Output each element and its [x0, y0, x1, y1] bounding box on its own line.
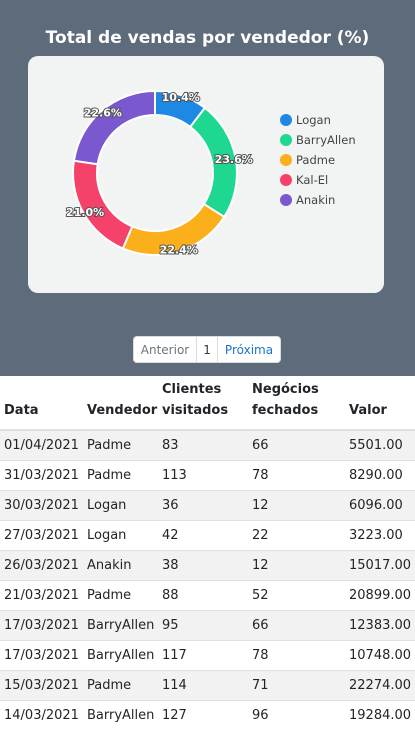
column-header-vendedor[interactable]: Vendedor [83, 376, 158, 431]
slice-label: 10.4% [162, 91, 200, 104]
legend-swatch [280, 194, 292, 206]
cell-vendedor: Padme [83, 459, 158, 490]
cell-negocios-fechados: 22 [248, 519, 345, 550]
legend-swatch [280, 154, 292, 166]
donut-slice-kal-el[interactable] [72, 159, 134, 250]
cell-data: 26/03/2021 [0, 549, 83, 580]
legend-label: BarryAllen [296, 133, 356, 147]
cell-clientes-visitados: 42 [158, 519, 248, 550]
slice-label: 22.6% [84, 106, 122, 119]
column-header-clientes-visitados[interactable]: Clientes visitados [158, 376, 248, 431]
cell-vendedor: BarryAllen [83, 699, 158, 730]
cell-clientes-visitados: 95 [158, 609, 248, 640]
pagination-prev-button[interactable]: Anterior [134, 337, 197, 362]
legend-label: Logan [296, 113, 331, 127]
table-row[interactable]: 14/03/2021 BarryAllen 127 96 19284.00 [0, 699, 415, 730]
legend-label: Kal-El [296, 173, 329, 187]
chart-legend: Logan BarryAllen Padme Kal-El Anakin [280, 110, 356, 210]
slice-label: 21.0% [66, 206, 104, 219]
cell-vendedor: Logan [83, 519, 158, 550]
pagination-page-1[interactable]: 1 [197, 337, 218, 362]
cell-valor: 6096.00 [345, 489, 415, 520]
cell-data: 31/03/2021 [0, 459, 83, 490]
column-header-data[interactable]: Data [0, 376, 83, 431]
chart-title: Total de vendas por vendedor (%) [45, 28, 370, 48]
cell-data: 17/03/2021 [0, 609, 83, 640]
slice-label: 23.6% [215, 153, 253, 166]
cell-data: 27/03/2021 [0, 519, 83, 550]
sales-table: Data Vendedor Clientes visitados Negócio… [0, 376, 415, 730]
cell-negocios-fechados: 12 [248, 549, 345, 580]
cell-negocios-fechados: 96 [248, 699, 345, 730]
cell-negocios-fechados: 66 [248, 429, 345, 460]
cell-vendedor: Padme [83, 429, 158, 460]
cell-negocios-fechados: 66 [248, 609, 345, 640]
cell-data: 14/03/2021 [0, 699, 83, 730]
legend-swatch [280, 114, 292, 126]
cell-clientes-visitados: 38 [158, 549, 248, 580]
cell-clientes-visitados: 83 [158, 429, 248, 460]
cell-vendedor: BarryAllen [83, 609, 158, 640]
cell-clientes-visitados: 113 [158, 459, 248, 490]
legend-label: Padme [296, 153, 336, 167]
cell-negocios-fechados: 52 [248, 579, 345, 610]
cell-vendedor: Padme [83, 579, 158, 610]
cell-data: 01/04/2021 [0, 429, 83, 460]
pagination-next-button[interactable]: Próxima [218, 337, 280, 362]
table-row[interactable]: 15/03/2021 Padme 114 71 22274.00 [0, 669, 415, 700]
table-row[interactable]: 21/03/2021 Padme 88 52 20899.00 [0, 579, 415, 610]
chart-card: 10.4% 23.6% 22.4% 21.0% 22.6% Logan BarryAlle… [28, 56, 384, 293]
cell-valor: 5501.00 [345, 429, 415, 460]
cell-valor: 12383.00 [345, 609, 415, 640]
table-row[interactable]: 31/03/2021 Padme 113 78 8290.00 [0, 459, 415, 490]
table-row[interactable]: 17/03/2021 BarryAllen 95 66 12383.00 [0, 609, 415, 640]
cell-clientes-visitados: 114 [158, 669, 248, 700]
cell-negocios-fechados: 12 [248, 489, 345, 520]
cell-valor: 19284.00 [345, 699, 415, 730]
column-header-negocios-fechados[interactable]: Negócios fechados [248, 376, 345, 431]
cell-valor: 10748.00 [345, 639, 415, 670]
column-header-valor[interactable]: Valor [345, 376, 415, 431]
table-header-row: Data Vendedor Clientes visitados Negócio… [0, 376, 415, 431]
slice-label: 22.4% [160, 243, 198, 256]
cell-negocios-fechados: 71 [248, 669, 345, 700]
table-row[interactable]: 17/03/2021 BarryAllen 117 78 10748.00 [0, 639, 415, 670]
cell-clientes-visitados: 36 [158, 489, 248, 520]
legend-item[interactable]: BarryAllen [280, 130, 356, 150]
table-row[interactable]: 26/03/2021 Anakin 38 12 15017.00 [0, 549, 415, 580]
cell-valor: 20899.00 [345, 579, 415, 610]
cell-data: 21/03/2021 [0, 579, 83, 610]
cell-valor: 22274.00 [345, 669, 415, 700]
cell-vendedor: Logan [83, 489, 158, 520]
table-row[interactable]: 27/03/2021 Logan 42 22 3223.00 [0, 519, 415, 550]
cell-vendedor: Anakin [83, 549, 158, 580]
cell-valor: 8290.00 [345, 459, 415, 490]
cell-clientes-visitados: 88 [158, 579, 248, 610]
legend-item[interactable]: Padme [280, 150, 356, 170]
legend-item[interactable]: Kal-El [280, 170, 356, 190]
table-row[interactable]: 30/03/2021 Logan 36 12 6096.00 [0, 489, 415, 520]
donut-slice-anakin[interactable] [72, 89, 156, 166]
legend-label: Anakin [296, 193, 336, 207]
cell-negocios-fechados: 78 [248, 459, 345, 490]
cell-data: 17/03/2021 [0, 639, 83, 670]
legend-item[interactable]: Anakin [280, 190, 356, 210]
cell-negocios-fechados: 78 [248, 639, 345, 670]
legend-swatch [280, 134, 292, 146]
cell-data: 30/03/2021 [0, 489, 83, 520]
table-row[interactable]: 01/04/2021 Padme 83 66 5501.00 [0, 429, 415, 460]
cell-valor: 3223.00 [345, 519, 415, 550]
chart-section: Total de vendas por vendedor (%) 10.4% 23… [0, 0, 415, 376]
cell-vendedor: BarryAllen [83, 639, 158, 670]
legend-item[interactable]: Logan [280, 110, 356, 130]
cell-clientes-visitados: 117 [158, 639, 248, 670]
table-body: 01/04/2021 Padme 83 66 5501.00 31/03/2021 Padm… [0, 429, 415, 730]
cell-data: 15/03/2021 [0, 669, 83, 700]
cell-clientes-visitados: 127 [158, 699, 248, 730]
cell-valor: 15017.00 [345, 549, 415, 580]
legend-swatch [280, 174, 292, 186]
pagination: Anterior 1 Próxima [133, 336, 281, 363]
cell-vendedor: Padme [83, 669, 158, 700]
